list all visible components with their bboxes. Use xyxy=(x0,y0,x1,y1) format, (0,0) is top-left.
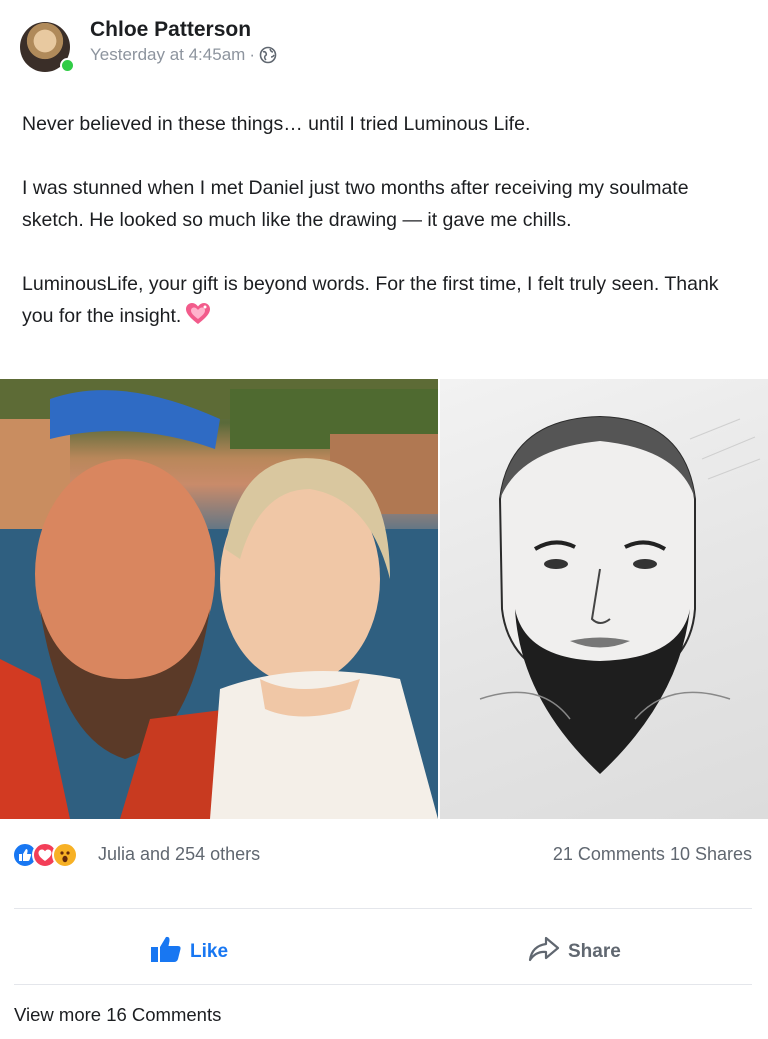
post-header: Chloe Patterson Yesterday at 4:45am · xyxy=(20,18,748,74)
post-body: Never believed in these things… until I … xyxy=(22,108,722,332)
globe-icon[interactable] xyxy=(259,46,277,64)
post-meta: Yesterday at 4:45am · xyxy=(90,45,277,65)
online-status-indicator xyxy=(60,58,75,73)
view-more-comments-link[interactable]: View more 16 Comments xyxy=(14,1004,221,1026)
post-paragraph-text: LuminousLife, your gift is beyond words.… xyxy=(22,273,719,327)
post-paragraph: I was stunned when I met Daniel just two… xyxy=(22,177,689,231)
comments-count[interactable]: 21 Comments xyxy=(553,844,665,864)
reaction-icons[interactable] xyxy=(12,842,78,868)
actions-divider-top xyxy=(14,908,752,909)
thumbs-up-icon xyxy=(150,935,182,969)
couple-selfie-photo[interactable] xyxy=(0,379,438,819)
like-button[interactable]: Like xyxy=(150,930,228,974)
engagement-bar: Julia and 254 others 21 Comments 10 Shar… xyxy=(12,838,752,870)
soulmate-sketch-photo[interactable] xyxy=(440,379,768,819)
share-arrow-icon xyxy=(528,936,560,968)
share-button[interactable]: Share xyxy=(528,930,621,974)
sparkling-heart-icon xyxy=(185,302,211,326)
share-label: Share xyxy=(568,941,621,962)
comment-share-counts: 21 Comments 10 Shares xyxy=(553,844,752,865)
post-actions: Like Share xyxy=(14,930,752,974)
reactors-summary[interactable]: Julia and 254 others xyxy=(98,844,260,865)
post-timestamp[interactable]: Yesterday at 4:45am xyxy=(90,45,245,65)
author-name[interactable]: Chloe Patterson xyxy=(90,18,251,42)
wow-reaction-icon xyxy=(52,842,78,868)
actions-divider-bottom xyxy=(14,984,752,985)
post-media[interactable] xyxy=(0,379,768,819)
shares-count[interactable]: 10 Shares xyxy=(670,844,752,864)
meta-separator: · xyxy=(249,45,255,64)
post-paragraph: LuminousLife, your gift is beyond words.… xyxy=(22,268,722,332)
post-paragraph: Never believed in these things… until I … xyxy=(22,113,531,135)
like-label: Like xyxy=(190,941,229,962)
